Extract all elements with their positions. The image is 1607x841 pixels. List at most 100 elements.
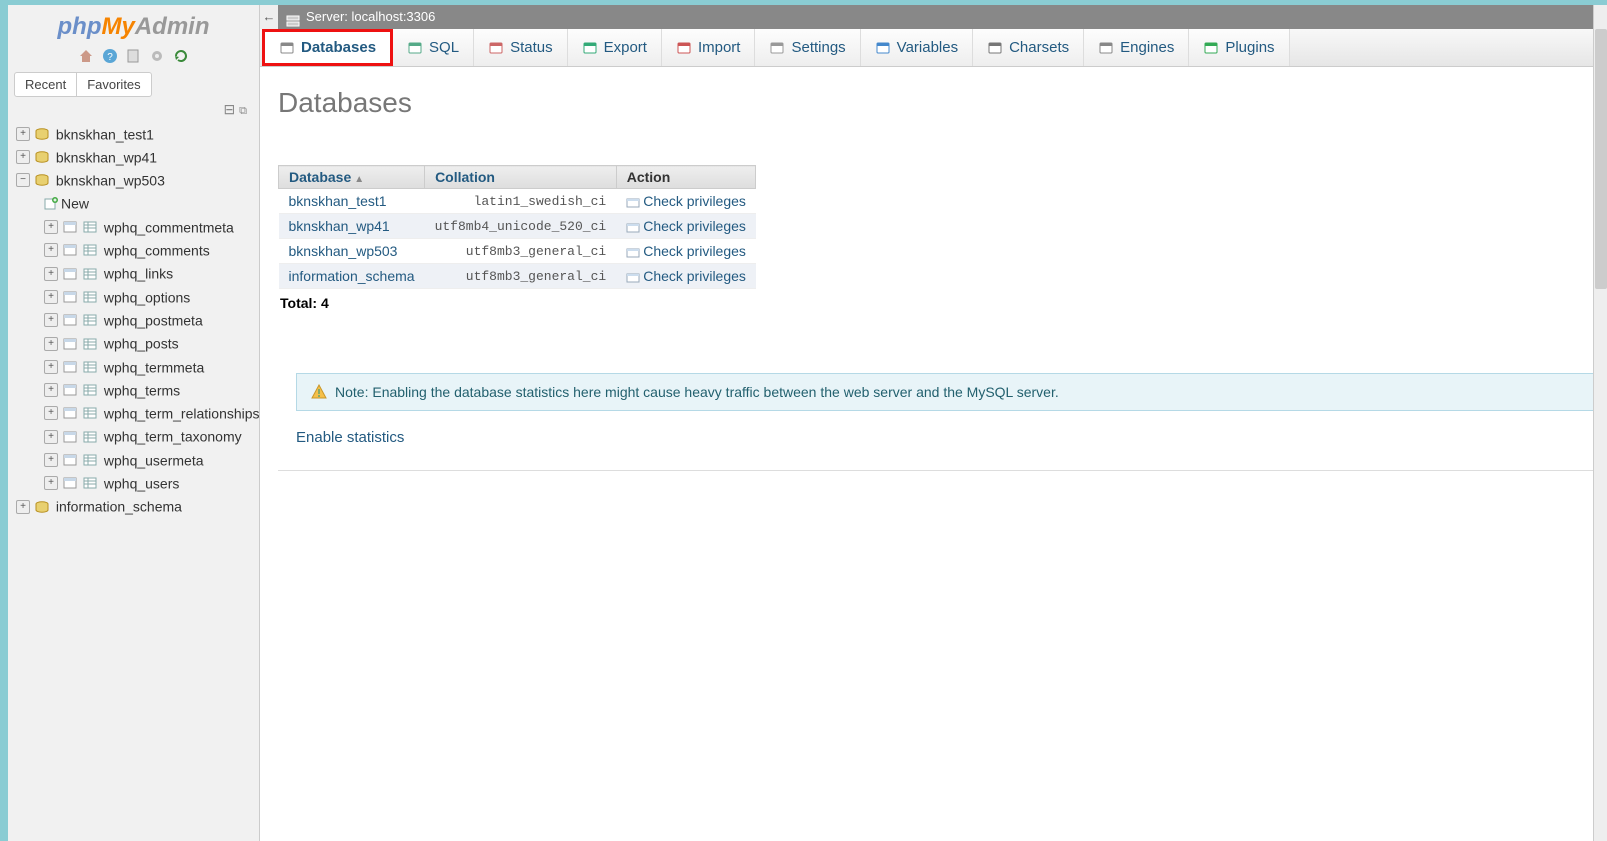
logo[interactable]: phpMyAdmin (8, 5, 259, 43)
browse-icon[interactable] (63, 291, 77, 303)
logo-part-my: My (101, 13, 134, 40)
tree-table-wphq_links[interactable]: + wphq_links (44, 261, 255, 284)
nav-tab-export[interactable]: Export (568, 29, 662, 66)
db-collation: utf8mb3_general_ci (425, 264, 617, 289)
tree-toggle[interactable]: − (16, 173, 30, 187)
check-privileges-link[interactable]: Check privileges (643, 268, 746, 284)
browse-icon[interactable] (63, 268, 77, 280)
db-link-bknskhan_test1[interactable]: bknskhan_test1 (289, 193, 387, 209)
tree-toggle[interactable]: + (16, 500, 30, 514)
browse-icon[interactable] (63, 384, 77, 396)
tree-db-bknskhan_wp41[interactable]: + bknskhan_wp41 (16, 145, 255, 168)
nav-tab-sql[interactable]: SQL (393, 29, 474, 66)
browse-icon[interactable] (63, 454, 77, 466)
settings-icon (769, 40, 785, 56)
check-privileges-link[interactable]: Check privileges (643, 243, 746, 259)
tree-table-label: wphq_commentmeta (104, 219, 234, 235)
vertical-scrollbar[interactable] (1593, 5, 1607, 841)
tree-toggle[interactable]: + (44, 360, 58, 374)
tree-table-wphq_usermeta[interactable]: + wphq_usermeta (44, 448, 255, 471)
col-collation[interactable]: Collation (425, 166, 617, 189)
browse-icon[interactable] (63, 338, 77, 350)
check-privileges-link[interactable]: Check privileges (643, 193, 746, 209)
sql-icon[interactable] (126, 48, 142, 64)
tree-table-wphq_term_taxonomy[interactable]: + wphq_term_taxonomy (44, 424, 255, 447)
tree-toggle[interactable]: + (44, 476, 58, 490)
tree-table-wphq_commentmeta[interactable]: + wphq_commentmeta (44, 215, 255, 238)
browse-icon[interactable] (63, 407, 77, 419)
tree-toggle[interactable]: + (44, 453, 58, 467)
nav-tab-label: Plugins (1225, 39, 1274, 56)
tree-toggle[interactable]: + (44, 406, 58, 420)
refresh-icon[interactable] (173, 48, 189, 64)
nav-tab-label: SQL (429, 39, 459, 56)
browse-icon[interactable] (63, 244, 77, 256)
tree-toggle[interactable]: + (44, 337, 58, 351)
logo-part-admin: Admin (135, 13, 210, 40)
nav-tab-label: Status (510, 39, 553, 56)
nav-tab-status[interactable]: Status (474, 29, 568, 66)
tree-toggle[interactable]: + (44, 220, 58, 234)
tree-toggle[interactable]: + (44, 313, 58, 327)
nav-tab-label: Variables (897, 39, 958, 56)
tree-table-wphq_users[interactable]: + wphq_users (44, 471, 255, 494)
nav-tab-databases[interactable]: Databases (262, 29, 393, 66)
tree-table-wphq_options[interactable]: + wphq_options (44, 285, 255, 308)
tree-toggle[interactable]: + (44, 267, 58, 281)
tree-toggle[interactable]: + (44, 290, 58, 304)
tree-table-wphq_term_relationships[interactable]: + wphq_term_relationships (44, 401, 255, 424)
link-icon[interactable]: ⧉ (239, 105, 247, 117)
browse-icon[interactable] (63, 477, 77, 489)
check-privileges-link[interactable]: Check privileges (643, 218, 746, 234)
enable-statistics-link[interactable]: Enable statistics (296, 429, 404, 446)
gear-icon[interactable] (149, 48, 165, 64)
tree-table-wphq_terms[interactable]: + wphq_terms (44, 378, 255, 401)
tree-table-wphq_termmeta[interactable]: + wphq_termmeta (44, 355, 255, 378)
tree-toggle[interactable]: + (16, 127, 30, 141)
tree-table-wphq_posts[interactable]: + wphq_posts (44, 331, 255, 354)
tree-toggle[interactable]: + (44, 430, 58, 444)
server-icon (286, 11, 300, 23)
tree-table-wphq_comments[interactable]: + wphq_comments (44, 238, 255, 261)
help-icon[interactable]: ? (102, 48, 118, 64)
page-title: Databases (278, 87, 1607, 119)
nav-tab-settings[interactable]: Settings (755, 29, 860, 66)
db-link-information_schema[interactable]: information_schema (289, 268, 415, 284)
nav-tab-plugins[interactable]: Plugins (1189, 29, 1289, 66)
collapse-sidebar-button[interactable]: ← (260, 5, 278, 29)
server-breadcrumb: ← Server: localhost:3306 (260, 5, 1607, 29)
scrollbar-thumb[interactable] (1595, 29, 1607, 289)
nav-tab-variables[interactable]: Variables (861, 29, 973, 66)
tree-toggle[interactable]: + (16, 150, 30, 164)
table-icon (83, 338, 97, 350)
tree-table-label: wphq_options (104, 289, 190, 305)
tree-db-bknskhan_test1[interactable]: + bknskhan_test1 (16, 122, 255, 145)
col-database[interactable]: Database▲ (279, 166, 425, 189)
browse-icon[interactable] (63, 431, 77, 443)
nav-tab-engines[interactable]: Engines (1084, 29, 1189, 66)
table-icon (83, 454, 97, 466)
browse-icon[interactable] (63, 361, 77, 373)
tree-table-wphq_postmeta[interactable]: + wphq_postmeta (44, 308, 255, 331)
note-box: Note: Enabling the database statistics h… (296, 373, 1607, 411)
tab-favorites[interactable]: Favorites (76, 73, 150, 96)
nav-tab-import[interactable]: Import (662, 29, 756, 66)
tree-toggle[interactable]: + (44, 243, 58, 257)
divider (278, 470, 1607, 471)
db-collation: utf8mb3_general_ci (425, 239, 617, 264)
home-icon[interactable] (78, 48, 94, 64)
tree-db-information_schema[interactable]: + information_schema (16, 494, 255, 517)
tree-db-bknskhan_wp503[interactable]: − bknskhan_wp503 (16, 168, 255, 191)
tab-recent[interactable]: Recent (15, 73, 76, 96)
browse-icon[interactable] (63, 221, 77, 233)
db-link-bknskhan_wp503[interactable]: bknskhan_wp503 (289, 243, 398, 259)
db-link-bknskhan_wp41[interactable]: bknskhan_wp41 (289, 218, 390, 234)
tree-db-label: bknskhan_wp41 (56, 149, 157, 165)
nav-tab-label: Export (604, 39, 647, 56)
nav-tab-charsets[interactable]: Charsets (973, 29, 1084, 66)
tree-toggle[interactable]: + (44, 383, 58, 397)
main-panel: ← Server: localhost:3306 Databases SQL Sta… (260, 5, 1607, 841)
collapse-all-icon[interactable]: ⊟ (224, 101, 236, 117)
tree-new-link[interactable]: New (44, 191, 255, 214)
browse-icon[interactable] (63, 314, 77, 326)
